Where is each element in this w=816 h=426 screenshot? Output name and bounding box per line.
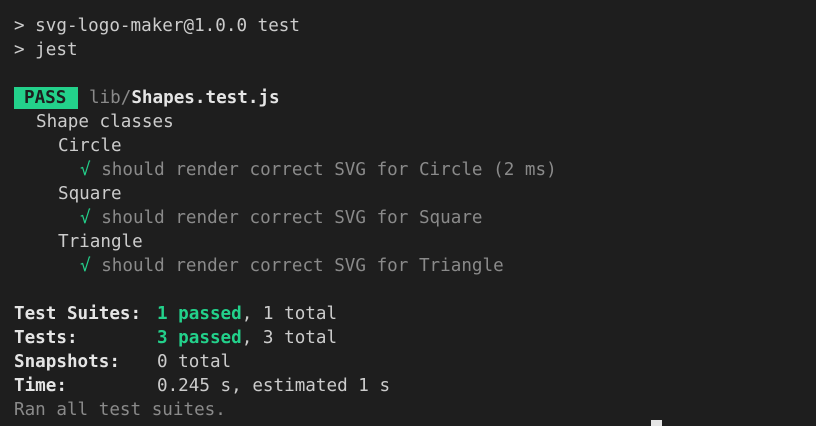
summary-label: Snapshots: — [14, 352, 120, 372]
test-name: should render correct SVG for Square — [101, 208, 483, 228]
test-name: should render correct SVG for Triangle — [101, 256, 504, 276]
tests-passed: 3 passed — [157, 328, 242, 348]
footer-message: Ran all test suites. — [14, 400, 226, 420]
summary-suites: Test Suites: 1 passed, 1 total — [14, 302, 816, 326]
test-result-square: √ should render correct SVG for Square — [14, 206, 816, 230]
describe-square: Square — [58, 184, 122, 204]
test-name: should render correct SVG for Circle (2 … — [101, 160, 557, 180]
suites-total: , 1 total — [241, 304, 338, 324]
npm-script-line: > svg-logo-maker@1.0.0 test — [14, 16, 300, 36]
check-icon: √ — [80, 208, 91, 228]
describe-triangle: Triangle — [58, 232, 143, 252]
test-result-triangle: √ should render correct SVG for Triangle — [14, 254, 816, 278]
time-value: 0.245 s, estimated 1 s — [157, 376, 391, 396]
test-file-result: PASS lib/Shapes.test.js — [14, 86, 816, 110]
summary-time: Time: 0.245 s, estimated 1 s — [14, 374, 816, 398]
terminal-cursor — [651, 420, 662, 426]
describe-root: Shape classes — [36, 112, 174, 132]
check-icon: √ — [80, 160, 91, 180]
summary-label: Test Suites: — [14, 304, 142, 324]
describe-circle: Circle — [58, 136, 122, 156]
tests-total: , 3 total — [241, 328, 338, 348]
test-file-dir: lib/ — [88, 88, 132, 108]
check-icon: √ — [80, 256, 91, 276]
summary-tests: Tests: 3 passed, 3 total — [14, 326, 816, 350]
test-file-name: Shapes.test.js — [131, 88, 280, 108]
test-result-circle: √ should render correct SVG for Circle (… — [14, 158, 816, 182]
terminal-output: > svg-logo-maker@1.0.0 test > jest PASS … — [14, 14, 816, 422]
command-line: > jest — [14, 40, 78, 60]
suites-passed: 1 passed — [157, 304, 242, 324]
summary-label: Tests: — [14, 328, 78, 348]
summary-label: Time: — [14, 376, 67, 396]
pass-badge: PASS — [14, 87, 79, 109]
snapshots-value: 0 total — [157, 352, 232, 372]
summary-snapshots: Snapshots: 0 total — [14, 350, 816, 374]
